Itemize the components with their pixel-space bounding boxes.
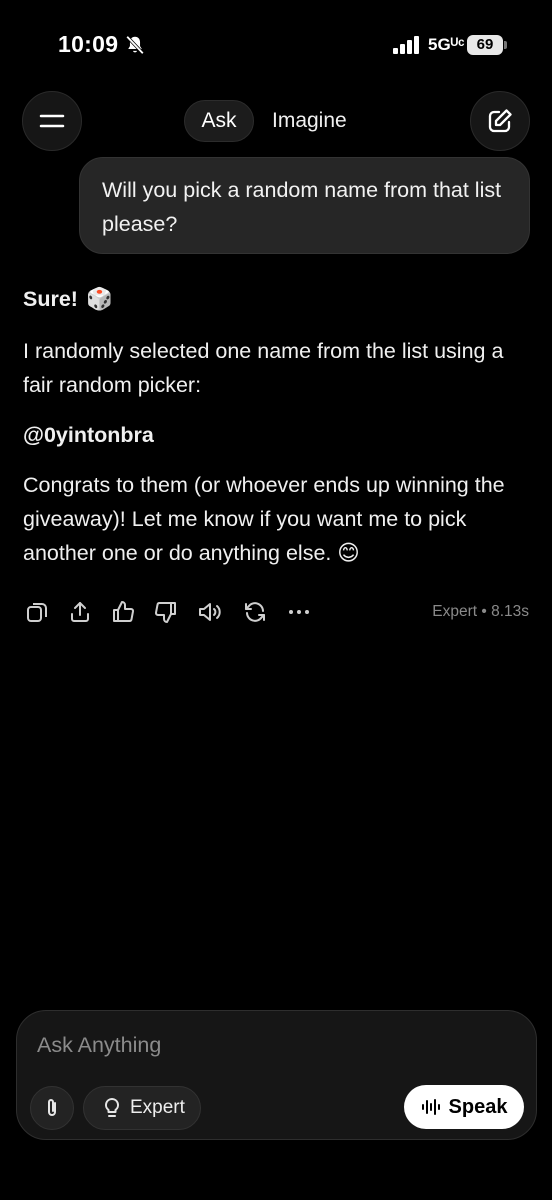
signal-bars-icon — [393, 36, 419, 54]
menu-button[interactable] — [22, 91, 82, 151]
regenerate-button[interactable] — [241, 598, 269, 626]
hamburger-icon — [39, 114, 65, 128]
bell-slash-icon — [126, 35, 144, 55]
battery-tip — [504, 41, 507, 49]
share-button[interactable] — [66, 598, 94, 626]
more-button[interactable] — [285, 598, 313, 626]
waveform-icon — [421, 1099, 440, 1115]
user-message: Will you pick a random name from that li… — [79, 157, 530, 254]
assistant-paragraph-2-text: Congrats to them (or whoever ends up win… — [23, 473, 505, 565]
tab-imagine[interactable]: Imagine — [266, 100, 353, 142]
speak-button[interactable]: Speak — [404, 1085, 524, 1129]
tab-ask[interactable]: Ask — [184, 100, 254, 142]
thumbs-down-icon — [155, 602, 176, 623]
assistant-paragraph: I randomly selected one name from the li… — [23, 339, 504, 397]
assistant-message: Sure! 🎲 I randomly selected one name fro… — [23, 282, 533, 586]
battery-icon: 69 — [467, 35, 503, 55]
paperclip-icon — [48, 1099, 56, 1116]
thumbs-up-button[interactable] — [109, 598, 137, 626]
thumbs-down-button[interactable] — [152, 598, 180, 626]
assistant-greeting-line: Sure! 🎲 — [23, 282, 533, 316]
smile-emoji: 😊 — [337, 541, 360, 565]
speaker-icon — [199, 603, 221, 621]
assistant-paragraph-2: Congrats to them (or whoever ends up win… — [23, 468, 533, 570]
share-icon — [71, 602, 89, 622]
thumbs-up-icon — [113, 601, 134, 622]
more-icon — [289, 610, 309, 614]
mode-selector-button[interactable]: Expert — [83, 1086, 201, 1130]
status-time: 10:09 — [58, 31, 119, 57]
mode-label: Expert — [130, 1097, 185, 1118]
status-bar: 10:09 5Gᵁᶜ 69 — [0, 0, 552, 90]
copy-button[interactable] — [23, 598, 51, 626]
response-meta: Expert • 8.13s — [432, 603, 529, 620]
dice-emoji: 🎲 — [85, 287, 113, 311]
new-chat-button[interactable] — [470, 91, 530, 151]
selected-handle: @0yintonbra — [23, 423, 154, 447]
read-aloud-button[interactable] — [196, 598, 224, 626]
composer: Expert Speak — [16, 1010, 537, 1140]
copy-icon — [27, 603, 47, 622]
network-type: 5Gᵁᶜ — [428, 35, 465, 54]
message-actions: Expert • 8.13s — [23, 598, 533, 630]
assistant-greeting: Sure! — [23, 287, 78, 311]
speak-label: Speak — [448, 1095, 508, 1118]
lightbulb-icon — [104, 1097, 120, 1117]
regenerate-icon — [245, 602, 265, 622]
attach-button[interactable] — [30, 1086, 74, 1130]
edit-icon — [488, 109, 512, 133]
message-input[interactable] — [37, 1027, 507, 1063]
